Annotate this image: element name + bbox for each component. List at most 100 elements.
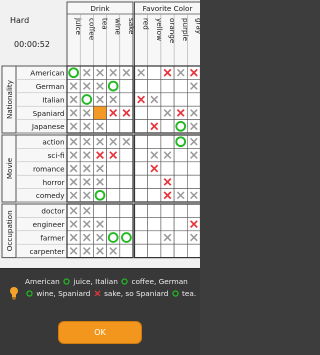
grid-cell[interactable] bbox=[173, 243, 188, 258]
grid-cell[interactable] bbox=[173, 161, 188, 176]
grid-cell[interactable] bbox=[134, 174, 148, 189]
lightbulb-icon bbox=[10, 287, 18, 300]
grid-cell[interactable] bbox=[160, 243, 175, 258]
puzzle-board: Drink Favorite Color juice coffee tea wine sak… bbox=[0, 0, 200, 270]
grid-cell[interactable] bbox=[93, 203, 107, 218]
column-label-wine: wine bbox=[114, 18, 123, 35]
grid-cell[interactable] bbox=[106, 203, 121, 218]
row-label-action: action bbox=[42, 138, 64, 147]
row-label-German: German bbox=[36, 82, 65, 91]
grid-cell[interactable] bbox=[134, 217, 148, 232]
grid-cell[interactable] bbox=[147, 105, 162, 120]
grid-cell[interactable] bbox=[187, 203, 200, 218]
grid-cell[interactable] bbox=[119, 119, 134, 134]
grid-cell[interactable] bbox=[187, 92, 200, 107]
grid-cell[interactable] bbox=[147, 230, 162, 245]
grid-cell[interactable] bbox=[173, 79, 188, 94]
grid-cell[interactable] bbox=[119, 79, 134, 94]
grid-cell[interactable] bbox=[160, 161, 175, 176]
grid-cell[interactable] bbox=[173, 174, 188, 189]
grid-cell[interactable] bbox=[134, 79, 148, 94]
grid-cell[interactable] bbox=[147, 203, 162, 218]
grid-cell[interactable] bbox=[134, 203, 148, 218]
grid-cell[interactable] bbox=[147, 79, 162, 94]
grid-cell[interactable] bbox=[160, 92, 175, 107]
row-label-romance: romance bbox=[33, 164, 65, 173]
grid-cell[interactable] bbox=[173, 217, 188, 232]
movie-group-title: Movie bbox=[5, 157, 14, 179]
grid-cell[interactable] bbox=[187, 243, 200, 258]
nationality-group-title: Nationality bbox=[5, 79, 14, 119]
grid-cell[interactable] bbox=[173, 92, 188, 107]
hint-fragment: wine, Spaniard bbox=[34, 288, 93, 298]
column-label-tea: tea bbox=[101, 18, 110, 30]
grid-cell[interactable] bbox=[160, 134, 175, 149]
grid-cell[interactable] bbox=[160, 119, 175, 134]
row-label-Italian: Italian bbox=[42, 95, 64, 104]
ok-button[interactable]: OK bbox=[58, 321, 142, 344]
grid-cell[interactable] bbox=[119, 148, 134, 163]
grid-cell[interactable] bbox=[119, 243, 134, 258]
row-label-carpenter: carpenter bbox=[29, 247, 64, 256]
timer: 00:00:52 bbox=[14, 40, 50, 49]
column-label-red: red bbox=[142, 18, 151, 30]
grid-cell[interactable] bbox=[134, 148, 148, 163]
circle-mark-icon bbox=[172, 289, 179, 297]
grid-cell[interactable] bbox=[119, 188, 134, 203]
column-label-yellow: yellow bbox=[155, 18, 164, 41]
hint-fragment: coffee, German bbox=[129, 277, 188, 286]
row-label-engineer: engineer bbox=[33, 220, 65, 229]
row-label-Japanese: Japanese bbox=[31, 122, 65, 131]
grid-cell[interactable] bbox=[93, 105, 107, 120]
grid-cell[interactable] bbox=[134, 161, 148, 176]
row-label-Spaniard: Spaniard bbox=[33, 109, 65, 118]
row-label-doctor: doctor bbox=[41, 207, 64, 216]
grid-cell[interactable] bbox=[134, 134, 148, 149]
grid-cell[interactable] bbox=[119, 217, 134, 232]
grid-cell[interactable] bbox=[160, 203, 175, 218]
grid-cell[interactable] bbox=[187, 174, 200, 189]
grid-cell[interactable] bbox=[106, 174, 121, 189]
grid-cell[interactable] bbox=[119, 174, 134, 189]
grid-cell[interactable] bbox=[147, 243, 162, 258]
column-label-purple: purple bbox=[181, 18, 190, 42]
difficulty-label: Hard bbox=[10, 16, 30, 25]
color-group-title: Favorite Color bbox=[143, 4, 193, 13]
hint-panel: American juice, Italian coffee, German w… bbox=[0, 268, 200, 355]
grid-cell[interactable] bbox=[106, 161, 121, 176]
hint-fragment: American bbox=[25, 277, 63, 286]
grid-cell[interactable] bbox=[147, 174, 162, 189]
row-label-sci-fi: sci-fi bbox=[48, 151, 65, 160]
grid-cell[interactable] bbox=[106, 119, 121, 134]
grid-cell[interactable] bbox=[106, 188, 121, 203]
grid-cell[interactable] bbox=[147, 217, 162, 232]
grid-cell[interactable] bbox=[119, 92, 134, 107]
grid-cell[interactable] bbox=[134, 119, 148, 134]
grid-cell[interactable] bbox=[119, 161, 134, 176]
grid-cell[interactable] bbox=[187, 161, 200, 176]
grid-cell[interactable] bbox=[119, 203, 134, 218]
grid-cell[interactable] bbox=[147, 65, 162, 80]
grid-cell[interactable] bbox=[160, 79, 175, 94]
row-label-comedy: comedy bbox=[36, 191, 65, 200]
grid-cell[interactable] bbox=[160, 217, 175, 232]
grid-cell[interactable] bbox=[134, 188, 148, 203]
drink-group-title: Drink bbox=[90, 4, 110, 13]
circle-mark-icon bbox=[121, 278, 128, 285]
grid-cell[interactable] bbox=[173, 148, 188, 163]
circle-mark-icon bbox=[26, 289, 33, 297]
occupation-group-title: Occupation bbox=[5, 210, 14, 251]
row-label-horror: horror bbox=[43, 178, 65, 187]
grid-cell[interactable] bbox=[147, 188, 162, 203]
grid-cell[interactable] bbox=[173, 203, 188, 218]
circle-mark-icon bbox=[63, 278, 70, 285]
grid-cell[interactable] bbox=[134, 230, 148, 245]
hint-fragment: sake, so Spaniard bbox=[101, 288, 171, 298]
red-cross-icon bbox=[94, 290, 101, 296]
grid-cell[interactable] bbox=[147, 134, 162, 149]
grid-cell[interactable] bbox=[106, 217, 121, 232]
grid-cell[interactable] bbox=[173, 230, 188, 245]
column-label-sake: sake bbox=[127, 18, 136, 35]
grid-cell[interactable] bbox=[134, 243, 148, 258]
grid-cell[interactable] bbox=[134, 105, 148, 120]
